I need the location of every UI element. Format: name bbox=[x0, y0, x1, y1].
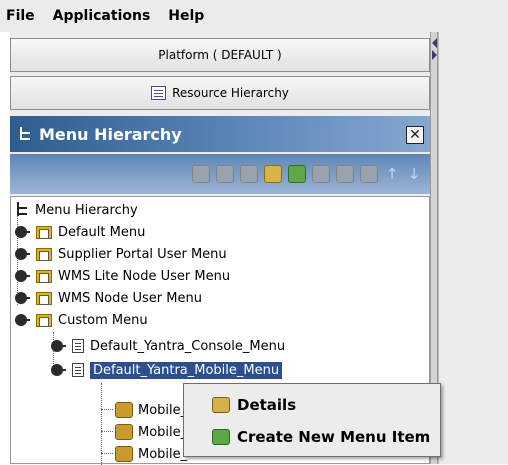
add-icon[interactable] bbox=[192, 165, 210, 183]
tree-node[interactable]: Supplier Portal User Menu bbox=[15, 243, 227, 265]
tree-leaf-node[interactable]: Mobile_ bbox=[115, 399, 187, 421]
hierarchy-icon bbox=[151, 86, 167, 100]
details-icon[interactable] bbox=[264, 165, 282, 183]
tree-child-label: Default_Yantra_Mobile_Menu bbox=[90, 361, 283, 379]
move-up-icon[interactable]: ↑ bbox=[384, 165, 400, 183]
tree-connector bbox=[101, 431, 113, 432]
tree-child-label: Default_Yantra_Console_Menu bbox=[90, 338, 286, 354]
menu-file[interactable]: File bbox=[4, 6, 37, 26]
resource-hierarchy-button[interactable]: Resource Hierarchy bbox=[10, 76, 430, 110]
folder-icon bbox=[36, 313, 52, 327]
collapse-right-icon[interactable] bbox=[432, 50, 437, 60]
folder-icon bbox=[36, 269, 52, 283]
menu-applications[interactable]: Applications bbox=[51, 6, 153, 26]
tree-icon bbox=[15, 202, 29, 218]
open-icon[interactable] bbox=[336, 165, 354, 183]
context-menu: Details Create New Menu Item bbox=[183, 383, 441, 457]
context-create-item[interactable]: Create New Menu Item bbox=[184, 422, 440, 452]
tree-root-label: Menu Hierarchy bbox=[35, 202, 138, 218]
expand-icon[interactable] bbox=[15, 248, 30, 260]
menu-document-icon bbox=[72, 339, 84, 353]
menu-document-icon bbox=[72, 363, 84, 377]
tree-leaf-label: Mobile_ bbox=[138, 402, 188, 418]
copy-icon[interactable] bbox=[216, 165, 234, 183]
menu-item-icon bbox=[115, 424, 133, 440]
tree-node-custom-menu[interactable]: Custom Menu bbox=[15, 309, 148, 331]
tree-node[interactable]: Default Menu bbox=[15, 221, 145, 243]
menu-item-icon bbox=[115, 402, 133, 418]
collapse-icon[interactable] bbox=[51, 364, 66, 376]
tree-child-node[interactable]: Default_Yantra_Console_Menu bbox=[51, 335, 285, 357]
context-create-label: Create New Menu Item bbox=[237, 428, 431, 446]
tree-leaf-label: Mobile_ bbox=[138, 424, 188, 440]
create-icon bbox=[212, 429, 230, 445]
tree-leaf-node[interactable]: Mobile_ bbox=[115, 421, 187, 443]
menu-toolbar: ↑ ↓ bbox=[10, 154, 430, 194]
tree-node-label: WMS Node User Menu bbox=[58, 290, 202, 306]
platform-button[interactable]: Platform ( DEFAULT ) bbox=[10, 38, 430, 72]
folder-icon bbox=[36, 291, 52, 305]
tree-connector bbox=[101, 453, 113, 454]
tree-node-label: Custom Menu bbox=[58, 312, 148, 328]
expand-icon[interactable] bbox=[51, 340, 66, 352]
menu-item-icon bbox=[115, 446, 133, 462]
menu-hierarchy-header: Menu Hierarchy ✕ bbox=[10, 116, 430, 152]
right-panel bbox=[438, 32, 508, 464]
context-details-label: Details bbox=[237, 396, 297, 414]
close-icon[interactable]: ✕ bbox=[406, 126, 424, 144]
folder-icon bbox=[36, 247, 52, 261]
move-down-icon[interactable]: ↓ bbox=[406, 165, 422, 183]
expand-icon[interactable] bbox=[15, 270, 30, 282]
delete-icon[interactable] bbox=[240, 165, 258, 183]
folder-icon bbox=[36, 225, 52, 239]
menu-bar: File Applications Help bbox=[0, 0, 508, 32]
collapse-left-icon[interactable] bbox=[432, 38, 437, 48]
menu-help[interactable]: Help bbox=[166, 6, 206, 26]
tree-node-label: WMS Lite Node User Menu bbox=[58, 268, 231, 284]
save-icon[interactable] bbox=[312, 165, 330, 183]
resource-hierarchy-label: Resource Hierarchy bbox=[172, 86, 289, 100]
remove-icon[interactable] bbox=[360, 165, 378, 183]
tree-icon bbox=[18, 127, 32, 141]
tree-node[interactable]: WMS Lite Node User Menu bbox=[15, 265, 230, 287]
tree-node-label: Supplier Portal User Menu bbox=[58, 246, 227, 262]
tree-connector bbox=[101, 409, 113, 410]
expand-icon[interactable] bbox=[15, 292, 30, 304]
collapse-icon[interactable] bbox=[15, 314, 30, 326]
create-icon[interactable] bbox=[288, 165, 306, 183]
tree-child-node-selected[interactable]: Default_Yantra_Mobile_Menu bbox=[51, 359, 283, 381]
tree-leaf-node[interactable]: Mobile_ bbox=[115, 443, 187, 465]
tree-leaf-label: Mobile_ bbox=[138, 446, 188, 462]
details-icon bbox=[212, 397, 230, 413]
menu-hierarchy-title: Menu Hierarchy bbox=[39, 124, 182, 144]
context-details-item[interactable]: Details bbox=[184, 390, 440, 420]
platform-button-label: Platform ( DEFAULT ) bbox=[158, 48, 282, 62]
tree-root[interactable]: Menu Hierarchy bbox=[15, 199, 138, 221]
expand-icon[interactable] bbox=[15, 226, 30, 238]
tree-node-label: Default Menu bbox=[58, 224, 146, 240]
tree-node[interactable]: WMS Node User Menu bbox=[15, 287, 202, 309]
